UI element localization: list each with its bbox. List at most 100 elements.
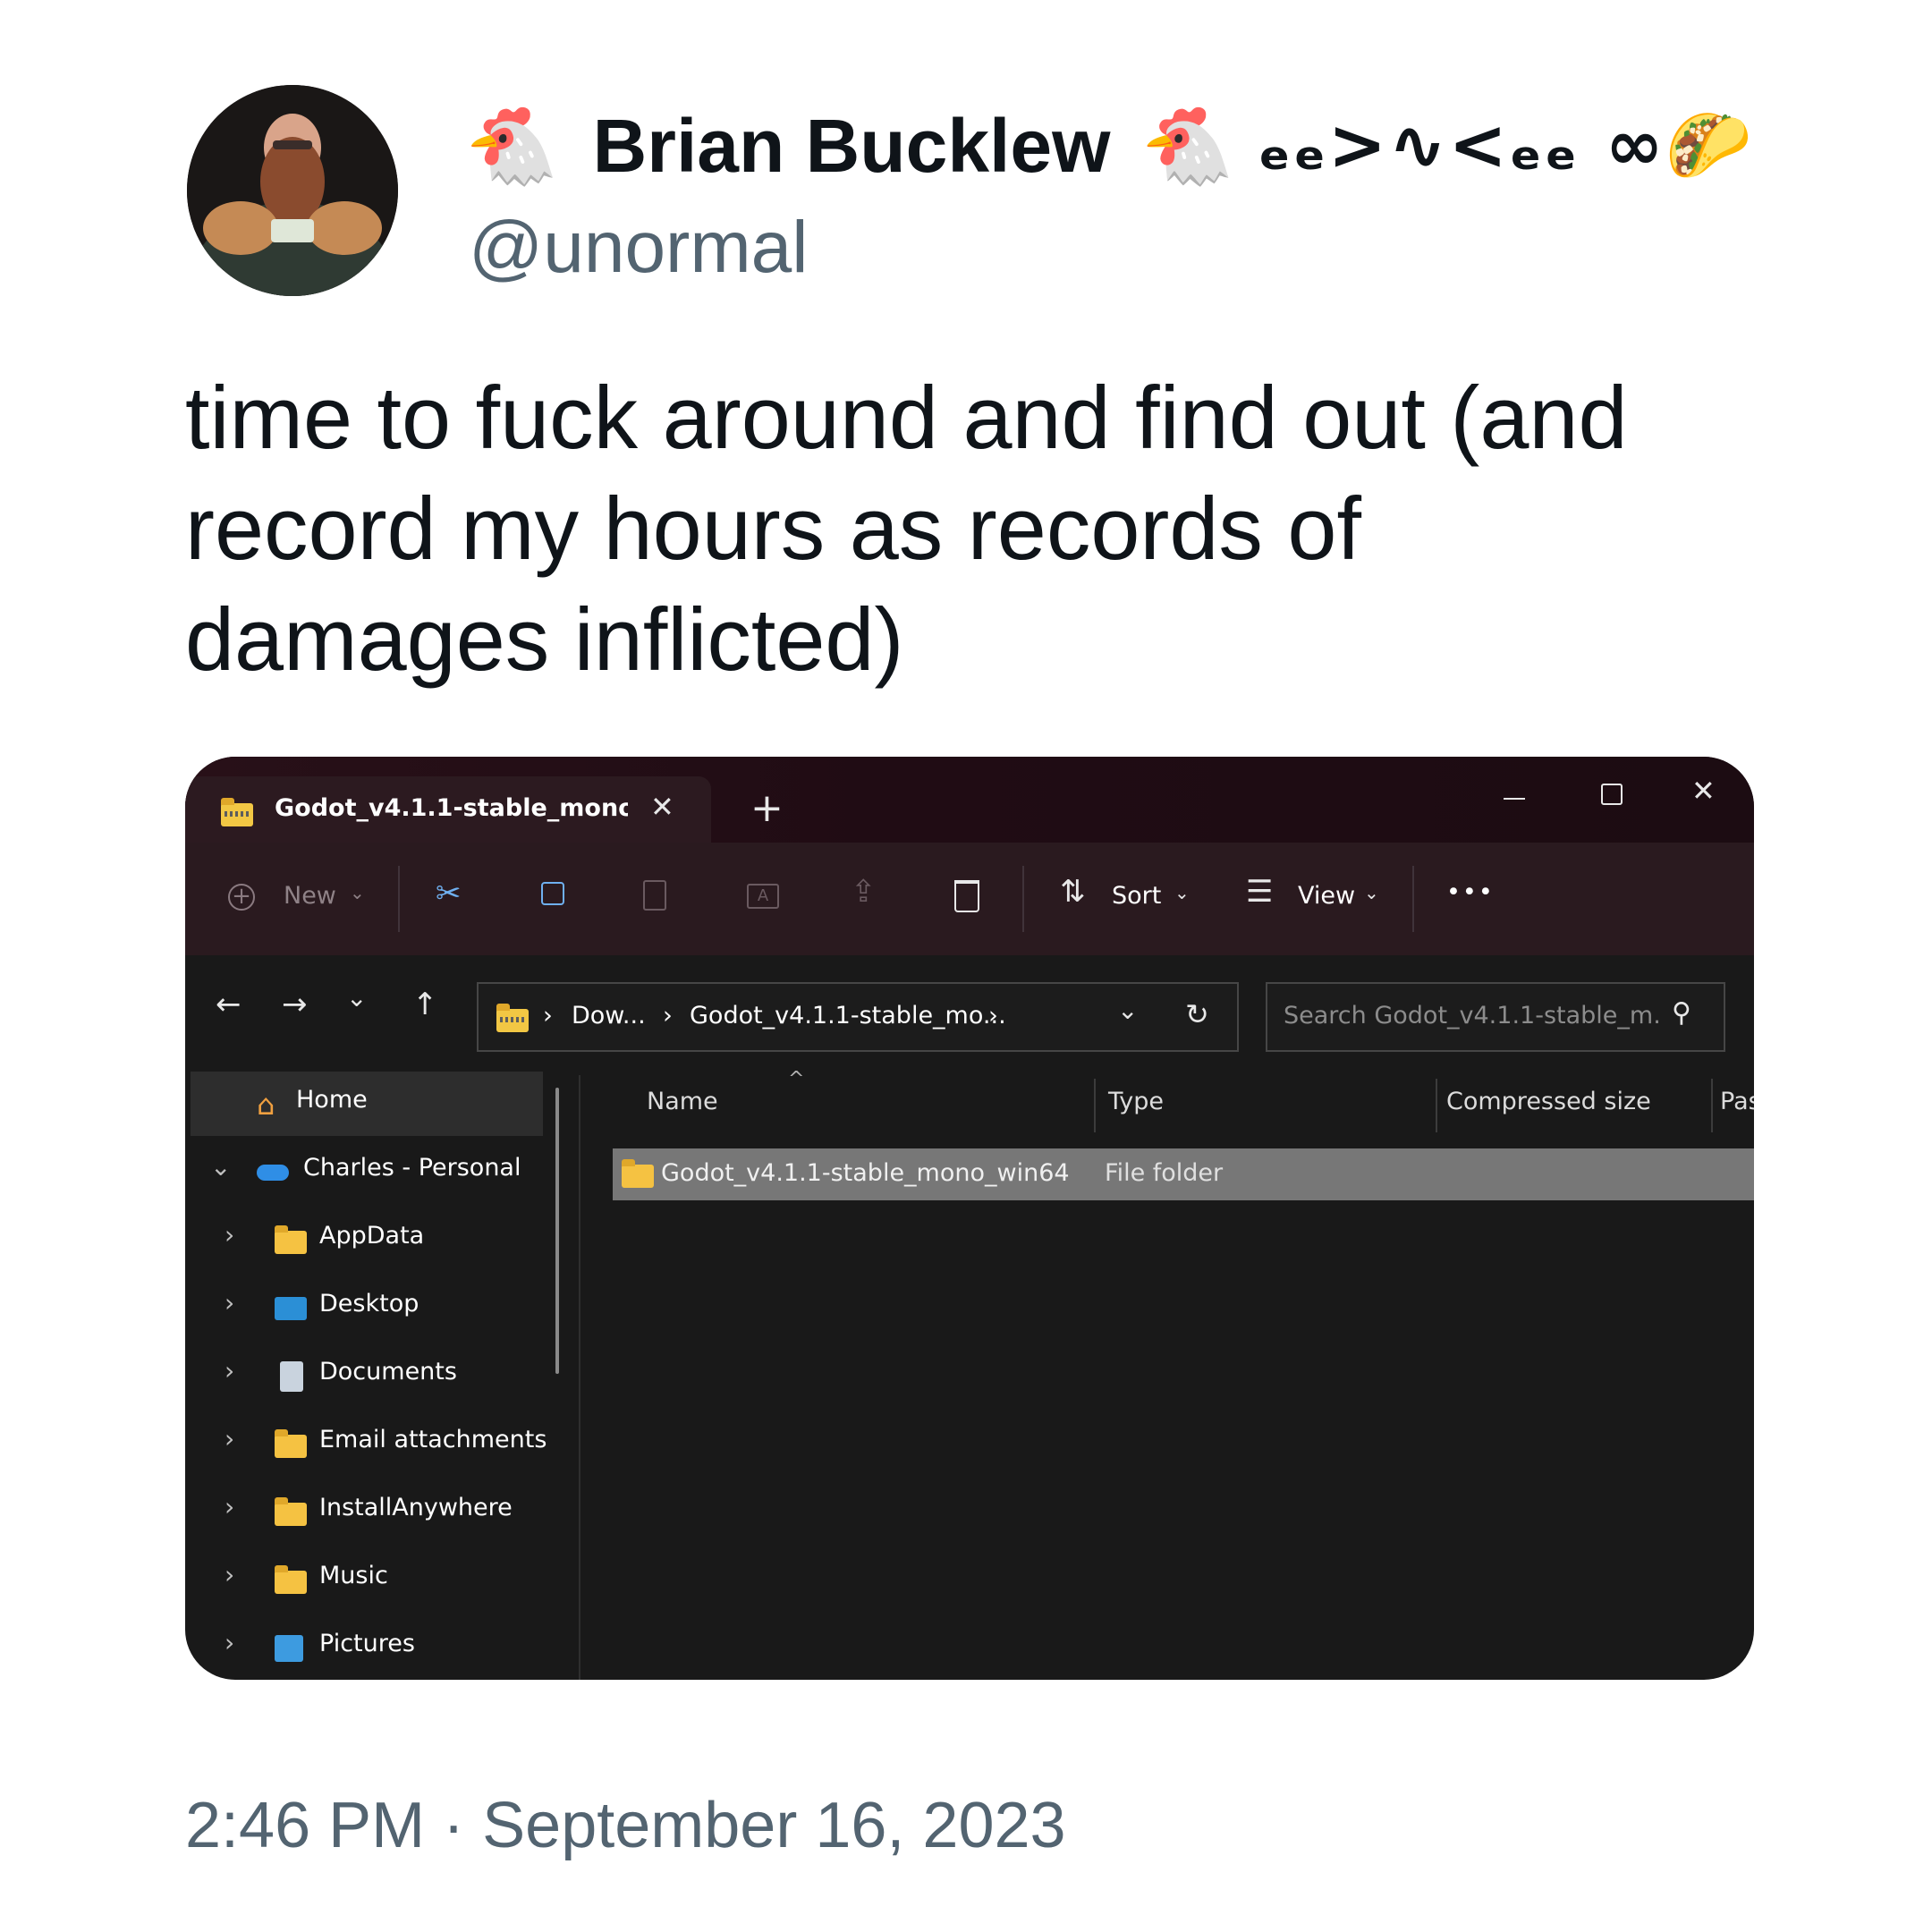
sidebar-item-label: Desktop [319, 1290, 419, 1318]
file-type: File folder [1105, 1159, 1224, 1187]
chevron-right-icon[interactable]: › [225, 1560, 234, 1589]
display-name-row[interactable]: 🐔 Brian Bucklew 🐔 ₑₑ>∿<ₑₑ ∞🌮 [465, 97, 1754, 195]
sidebar-item-music[interactable]: › Music [185, 1547, 561, 1612]
view-dropdown-icon: ⌄ [1364, 882, 1379, 903]
avatar[interactable] [187, 85, 398, 296]
chevron-right-icon[interactable]: › [225, 1492, 234, 1521]
toolbar-divider [1412, 866, 1414, 932]
breadcrumb-separator: › [663, 1002, 673, 1030]
search-placeholder: Search Godot_v4.1.1-stable_m... [1284, 1002, 1659, 1030]
column-header-compressed-size[interactable]: Compressed size [1446, 1088, 1651, 1115]
tab-title: Godot_v4.1.1-stable_mono_win64 [275, 794, 628, 822]
view-icon: ☰ [1246, 874, 1274, 910]
sidebar-item-label: Email attachments [319, 1426, 547, 1453]
breadcrumb-separator: › [988, 1002, 998, 1030]
sidebar-item-label: InstallAnywhere [319, 1494, 513, 1521]
share-icon[interactable]: ⇪ [851, 877, 877, 907]
folder-icon [622, 1159, 654, 1188]
address-dropdown-icon[interactable]: ⌄ [1117, 998, 1138, 1023]
navigation-pane: ⌂ Home ⌄ Charles - Personal › AppData › … [185, 1061, 579, 1680]
tweet-text: time to fuck around and find out (and re… [185, 368, 1628, 689]
sidebar-scrollbar[interactable] [555, 1088, 559, 1374]
tweet-timestamp[interactable]: 2:46 PM · September 16, 2023 [185, 1789, 1066, 1862]
close-window-icon[interactable]: ✕ [1691, 776, 1716, 805]
sidebar-item-installanywhere[interactable]: › InstallAnywhere [185, 1479, 561, 1544]
minimize-icon[interactable] [1504, 798, 1525, 800]
chevron-right-icon[interactable]: › [225, 1220, 234, 1250]
forward-arrow-icon[interactable]: → [282, 989, 308, 1020]
column-divider[interactable] [1711, 1079, 1713, 1132]
breadcrumb-downloads[interactable]: Dow... [572, 1002, 646, 1030]
refresh-icon[interactable]: ↻ [1185, 1000, 1209, 1029]
paste-icon[interactable] [643, 880, 666, 911]
file-explorer-window: Godot_v4.1.1-stable_mono_win64 ✕ + ✕ + N… [185, 757, 1754, 1680]
breadcrumb-godot-folder[interactable]: Godot_v4.1.1-stable_mo... [690, 1002, 1006, 1030]
folder-icon [275, 1497, 307, 1526]
sidebar-item-appdata[interactable]: › AppData [185, 1208, 561, 1272]
sidebar-item-label: Pictures [319, 1630, 415, 1657]
sidebar-item-email-attachments[interactable]: › Email attachments [185, 1411, 561, 1476]
chevron-down-icon[interactable]: ⌄ [210, 1152, 231, 1182]
chevron-right-icon[interactable]: › [225, 1288, 234, 1318]
toolbar-divider [398, 866, 400, 932]
sort-ascending-indicator-icon: ^ [788, 1068, 805, 1090]
new-plus-icon: + [228, 884, 255, 911]
chicken-emoji-right: 🐔 [1140, 103, 1235, 188]
rename-icon[interactable]: A [747, 884, 779, 909]
chevron-right-icon[interactable]: › [225, 1628, 234, 1657]
column-header-name[interactable]: Name [647, 1088, 718, 1115]
sidebar-item-charles-personal[interactable]: ⌄ Charles - Personal [185, 1140, 561, 1204]
folder-icon [275, 1565, 307, 1594]
file-name: Godot_v4.1.1-stable_mono_win64 [661, 1159, 1070, 1187]
home-icon: ⌂ [257, 1088, 275, 1122]
close-tab-icon[interactable]: ✕ [650, 792, 674, 821]
zip-folder-icon [221, 798, 253, 826]
new-tab-icon[interactable]: + [750, 789, 784, 828]
delete-icon[interactable] [954, 880, 979, 912]
breadcrumb-separator: › [543, 1002, 553, 1030]
display-name[interactable]: Brian Bucklew [593, 103, 1111, 190]
sort-button[interactable]: Sort [1112, 882, 1161, 910]
sidebar-item-desktop[interactable]: › Desktop [185, 1275, 561, 1340]
user-handle[interactable]: @unormal [469, 206, 809, 290]
maximize-icon[interactable] [1601, 784, 1623, 805]
chevron-right-icon[interactable]: › [225, 1356, 234, 1385]
sidebar-item-label: Charles - Personal [303, 1154, 521, 1182]
sidebar-item-pictures[interactable]: › Pictures [185, 1615, 561, 1680]
tab-godot-folder[interactable]: Godot_v4.1.1-stable_mono_win64 ✕ [185, 776, 711, 843]
chicken-emoji-left: 🐔 [465, 103, 559, 188]
up-arrow-icon[interactable]: ↑ [412, 989, 438, 1020]
sidebar-item-documents[interactable]: › Documents [185, 1343, 561, 1408]
sort-dropdown-icon: ⌄ [1174, 882, 1190, 903]
sidebar-item-label: Home [296, 1086, 368, 1114]
table-row[interactable]: Godot_v4.1.1-stable_mono_win64 File fold… [613, 1148, 1754, 1200]
folder-icon [275, 1429, 307, 1458]
sort-icon: ⇅ [1060, 874, 1086, 910]
recent-locations-icon[interactable]: ⌄ [346, 986, 367, 1011]
chevron-right-icon[interactable]: › [225, 1424, 234, 1453]
title-bar: Godot_v4.1.1-stable_mono_win64 ✕ + ✕ [185, 757, 1754, 843]
sidebar-item-home[interactable]: ⌂ Home [191, 1072, 543, 1136]
new-button[interactable]: New [284, 882, 336, 910]
pictures-icon [275, 1635, 303, 1662]
sidebar-item-label: Music [319, 1562, 388, 1589]
column-divider[interactable] [1436, 1079, 1437, 1132]
column-divider[interactable] [1094, 1079, 1096, 1132]
address-bar[interactable]: › Dow... › Godot_v4.1.1-stable_mo... › ⌄… [477, 982, 1239, 1052]
sidebar-item-label: AppData [319, 1222, 425, 1250]
search-icon[interactable]: ⚲ [1672, 1000, 1691, 1027]
zip-folder-icon [496, 1004, 529, 1032]
search-input[interactable]: Search Godot_v4.1.1-stable_m... ⚲ [1266, 982, 1725, 1052]
column-header-password[interactable]: Pas [1720, 1088, 1754, 1115]
back-arrow-icon[interactable]: ← [216, 989, 242, 1020]
view-button[interactable]: View [1298, 882, 1355, 910]
documents-icon [280, 1361, 303, 1392]
copy-icon[interactable] [541, 882, 564, 905]
cut-icon[interactable]: ✂ [436, 878, 462, 909]
folder-icon [275, 1225, 307, 1254]
column-header-type[interactable]: Type [1108, 1088, 1164, 1115]
toolbar-divider [1022, 866, 1024, 932]
new-dropdown-icon: ⌄ [350, 882, 365, 903]
onedrive-cloud-icon [257, 1165, 289, 1181]
more-options-button[interactable]: ••• [1446, 878, 1495, 906]
